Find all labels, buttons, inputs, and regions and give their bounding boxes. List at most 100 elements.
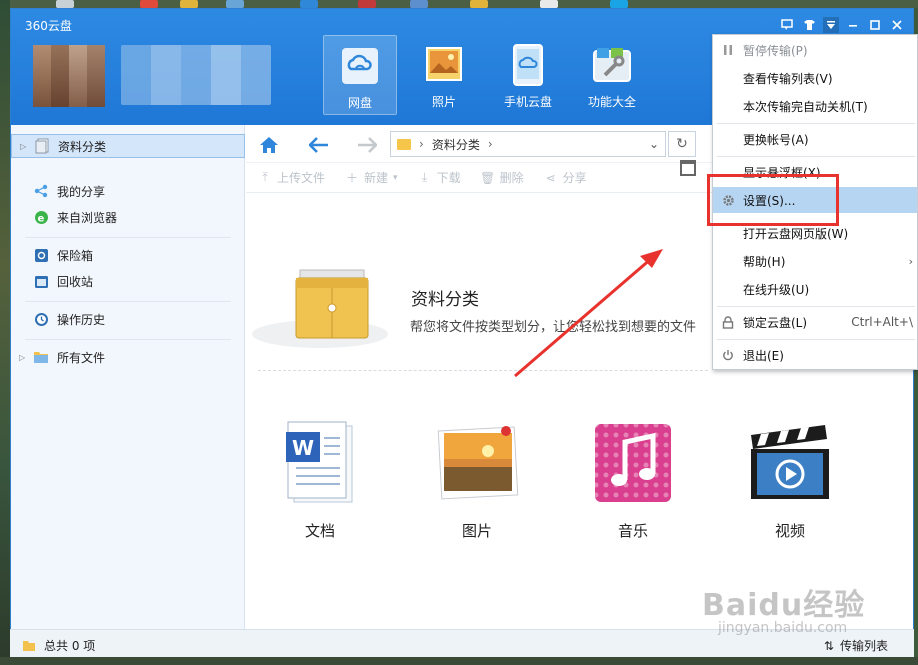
upload-button[interactable]: ⤒ 上传文件 bbox=[258, 169, 325, 186]
sidebar-divider bbox=[25, 339, 231, 340]
path-field[interactable]: › 资料分类 › ⌄ bbox=[390, 131, 666, 157]
forward-button[interactable] bbox=[354, 135, 380, 155]
safe-icon bbox=[33, 247, 49, 263]
banner-title: 资料分类 bbox=[411, 290, 479, 310]
menu-item-label: 帮助(H) bbox=[743, 254, 786, 269]
sidebar-item-category[interactable]: ▷ 资料分类 bbox=[11, 134, 245, 158]
transfer-list-button[interactable]: ⇅ 传输列表 bbox=[824, 637, 888, 654]
history-icon bbox=[33, 311, 49, 327]
category-video[interactable]: 视频 bbox=[740, 416, 840, 541]
chevron-down-icon[interactable]: ⌄ bbox=[649, 137, 659, 151]
lock-icon bbox=[721, 315, 735, 329]
home-button[interactable] bbox=[256, 135, 282, 155]
sidebar-item-from-browser[interactable]: e 来自浏览器 bbox=[11, 205, 245, 229]
browser-icon: e bbox=[33, 209, 49, 225]
shortcut-label: Ctrl+Alt+\ bbox=[851, 315, 913, 329]
menu-item-exit[interactable]: 退出(E) bbox=[713, 342, 917, 368]
share-label: 分享 bbox=[562, 171, 587, 185]
category-document[interactable]: W 文档 bbox=[270, 416, 370, 541]
view-mode-icon[interactable] bbox=[680, 160, 696, 176]
minimize-icon[interactable] bbox=[845, 17, 861, 33]
expand-arrow-icon[interactable]: ▷ bbox=[19, 353, 29, 362]
sidebar-item-label: 我的分享 bbox=[57, 184, 106, 199]
maximize-icon[interactable] bbox=[867, 17, 883, 33]
tab-phone-cloud[interactable]: 手机云盘 bbox=[491, 35, 565, 115]
category-picture[interactable]: 图片 bbox=[427, 416, 527, 541]
category-label: 文档 bbox=[304, 522, 335, 540]
back-button[interactable] bbox=[306, 135, 332, 155]
sidebar-divider bbox=[25, 301, 231, 302]
sidebar-item-label: 保险箱 bbox=[57, 248, 94, 263]
music-icon bbox=[588, 416, 678, 510]
chevron-down-icon: ▾ bbox=[393, 172, 398, 183]
sidebar-item-recycle-bin[interactable]: 回收站 bbox=[11, 269, 245, 293]
delete-button[interactable]: 🗑 删除 bbox=[479, 169, 524, 186]
menu-item-label: 本次传输完自动关机(T) bbox=[743, 99, 868, 114]
trash-icon: 🗑 bbox=[479, 170, 496, 185]
desktop-taskbar-strip bbox=[0, 0, 918, 8]
share-button[interactable]: ⋖ 分享 bbox=[544, 169, 587, 186]
tab-photos[interactable]: 照片 bbox=[407, 35, 481, 115]
avatar[interactable] bbox=[33, 45, 105, 107]
menu-item-lock[interactable]: 锁定云盘(L) Ctrl+Alt+\ bbox=[713, 309, 917, 335]
phone-cloud-icon bbox=[506, 43, 550, 87]
menu-item-label: 退出(E) bbox=[743, 348, 784, 363]
menu-item-label: 在线升级(U) bbox=[743, 282, 810, 297]
svg-text:W: W bbox=[292, 436, 314, 460]
menu-item-label: 打开云盘网页版(W) bbox=[743, 226, 849, 241]
menu-item-auto-shutdown[interactable]: 本次传输完自动关机(T) bbox=[713, 93, 917, 119]
toolbox-icon bbox=[590, 43, 634, 87]
svg-text:e: e bbox=[37, 213, 44, 224]
refresh-button[interactable]: ↻ bbox=[668, 131, 696, 157]
arrow-right-icon bbox=[358, 137, 377, 153]
watermark-sub: jingyan.baidu.com bbox=[718, 620, 848, 636]
download-label: 下载 bbox=[436, 171, 461, 185]
refresh-icon: ↻ bbox=[676, 136, 688, 152]
username-blurred bbox=[121, 45, 271, 105]
menu-item-label: 锁定云盘(L) bbox=[743, 315, 808, 330]
upload-label: 上传文件 bbox=[277, 171, 326, 185]
tab-cloud-drive[interactable]: 网盘 bbox=[323, 35, 397, 115]
new-button[interactable]: ＋ 新建 ▾ bbox=[345, 169, 398, 186]
close-icon[interactable] bbox=[889, 17, 905, 33]
sidebar: ▷ 资料分类 我的分享 e 来自浏览器 保险箱 回收站 操作历史 ▷ 所有文件 bbox=[11, 125, 245, 630]
sidebar-item-label: 操作历史 bbox=[57, 312, 106, 327]
sidebar-item-label: 来自浏览器 bbox=[57, 210, 118, 225]
recycle-bin-icon bbox=[33, 273, 49, 289]
sidebar-item-safe[interactable]: 保险箱 bbox=[11, 243, 245, 267]
menu-item-view-transfer-list[interactable]: 查看传输列表(V) bbox=[713, 65, 917, 91]
total-count: 总共 0 项 bbox=[44, 639, 96, 653]
sidebar-item-label: 资料分类 bbox=[58, 139, 107, 154]
feedback-icon[interactable] bbox=[779, 17, 795, 33]
arrow-left-icon bbox=[309, 137, 328, 153]
skin-icon[interactable] bbox=[801, 17, 817, 33]
expand-arrow-icon[interactable]: ▷ bbox=[20, 142, 30, 151]
menu-item-pause-transfer[interactable]: 暂停传输(P) bbox=[713, 37, 917, 63]
menu-item-help[interactable]: 帮助(H) › bbox=[713, 248, 917, 274]
tab-label: 手机云盘 bbox=[503, 95, 552, 109]
sidebar-divider bbox=[25, 237, 231, 238]
tab-label: 照片 bbox=[431, 95, 456, 109]
category-label: 图片 bbox=[461, 522, 492, 540]
sidebar-item-my-share[interactable]: 我的分享 bbox=[11, 179, 245, 203]
watermark-main: Baidu经验 bbox=[702, 588, 866, 623]
new-label: 新建 bbox=[364, 171, 389, 185]
desktop-background-bottom bbox=[0, 657, 918, 665]
document-icon: W bbox=[275, 416, 365, 510]
menu-item-online-upgrade[interactable]: 在线升级(U) bbox=[713, 276, 917, 302]
content-divider bbox=[258, 370, 708, 371]
folder-icon bbox=[397, 138, 411, 150]
sidebar-item-history[interactable]: 操作历史 bbox=[11, 307, 245, 331]
sidebar-item-all-files[interactable]: ▷ 所有文件 bbox=[11, 345, 245, 369]
download-button[interactable]: ⤓ 下载 bbox=[418, 169, 461, 186]
menu-dropdown-icon[interactable] bbox=[823, 17, 839, 33]
download-icon: ⤓ bbox=[421, 170, 428, 184]
pause-icon bbox=[721, 43, 735, 57]
sidebar-item-label: 所有文件 bbox=[57, 350, 106, 365]
category-music[interactable]: 音乐 bbox=[583, 416, 683, 541]
tab-toolbox[interactable]: 功能大全 bbox=[575, 35, 649, 115]
picture-icon bbox=[432, 416, 522, 510]
menu-item-switch-account[interactable]: 更换帐号(A) bbox=[713, 126, 917, 152]
transfer-icon: ⇅ bbox=[823, 638, 834, 653]
breadcrumb[interactable]: 资料分类 bbox=[432, 136, 480, 153]
